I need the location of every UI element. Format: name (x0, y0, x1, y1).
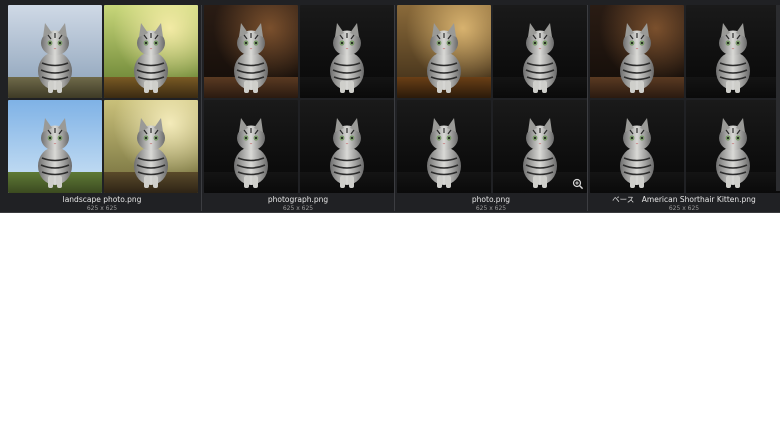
kitten-thumbnail[interactable] (590, 100, 684, 193)
gallery-card-landscape-photo[interactable]: landscape photo.png 625 x 625 (8, 5, 198, 212)
gallery-card-american-shorthair-kitten[interactable]: ベース American Shorthair Kitten.png 625 x … (587, 5, 780, 212)
kitten-thumbnail[interactable] (493, 5, 587, 98)
gallery-card-photo[interactable]: photo.png 625 x 625 (394, 5, 587, 212)
kitten-photo-image (300, 100, 394, 193)
gallery-card-photograph[interactable]: photograph.png 625 x 625 (201, 5, 394, 212)
zoom-in-icon[interactable] (572, 178, 584, 190)
kitten-thumbnail[interactable] (104, 100, 198, 193)
kitten-photo-image (590, 5, 684, 98)
thumbnail-grid (204, 5, 394, 193)
kitten-photo-image (204, 100, 298, 193)
kitten-photo-image (397, 5, 491, 98)
kitten-thumbnail[interactable] (204, 5, 298, 98)
kitten-thumbnail[interactable] (493, 100, 587, 193)
kitten-thumbnail[interactable] (686, 100, 780, 193)
scrollbar[interactable] (776, 5, 780, 191)
kitten-photo-image (300, 5, 394, 98)
kitten-thumbnail[interactable] (204, 100, 298, 193)
file-dimensions: 625 x 625 (86, 205, 118, 212)
kitten-photo-image (204, 5, 298, 98)
file-name: landscape photo.png (62, 195, 142, 204)
kitten-photo-image (493, 5, 587, 98)
kitten-photo-image (686, 100, 780, 193)
kitten-thumbnail[interactable] (397, 100, 491, 193)
file-name: ベース American Shorthair Kitten.png (612, 195, 756, 204)
file-name: photograph.png (267, 195, 329, 204)
kitten-thumbnail[interactable] (590, 5, 684, 98)
kitten-photo-image (8, 100, 102, 193)
thumbnail-grid (590, 5, 780, 193)
file-dimensions: 625 x 625 (282, 205, 314, 212)
kitten-thumbnail[interactable] (300, 5, 394, 98)
thumbnail-grid (8, 5, 198, 193)
file-dimensions: 625 x 625 (475, 205, 507, 212)
kitten-thumbnail[interactable] (8, 5, 102, 98)
kitten-thumbnail[interactable] (104, 5, 198, 98)
kitten-photo-image (397, 100, 491, 193)
kitten-photo-image (104, 100, 198, 193)
kitten-thumbnail[interactable] (397, 5, 491, 98)
file-name: photo.png (471, 195, 511, 204)
file-dimensions: 625 x 625 (668, 205, 700, 212)
kitten-thumbnail[interactable] (8, 100, 102, 193)
kitten-thumbnail[interactable] (300, 100, 394, 193)
thumbnail-grid (397, 5, 587, 193)
kitten-thumbnail[interactable] (686, 5, 780, 98)
kitten-photo-image (8, 5, 102, 98)
image-gallery-strip: landscape photo.png 625 x 625 photograph… (0, 0, 780, 213)
kitten-photo-image (590, 100, 684, 193)
kitten-photo-image (686, 5, 780, 98)
kitten-photo-image (104, 5, 198, 98)
